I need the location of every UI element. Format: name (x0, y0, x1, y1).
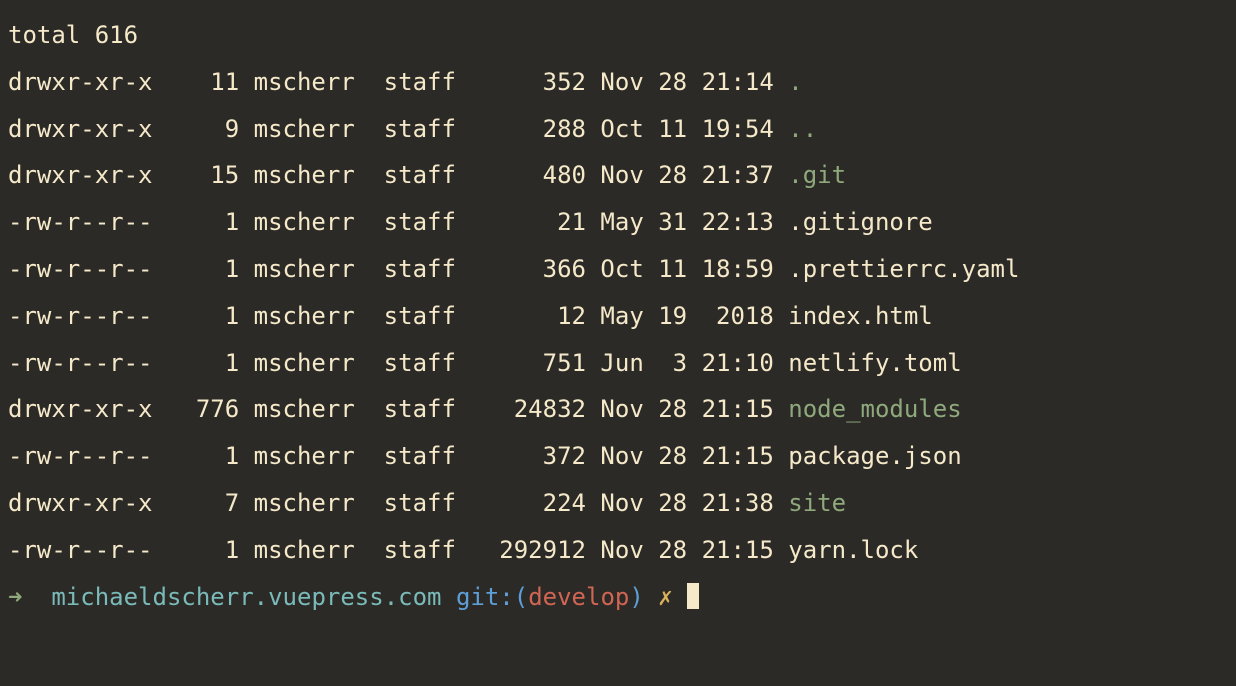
prompt-path: michaeldscherr.vuepress.com (51, 583, 441, 611)
prompt-branch: develop (528, 583, 629, 611)
ls-row: drwxr-xr-x 776 mscherr staff 24832 Nov 2… (8, 395, 962, 423)
terminal-output[interactable]: total 616 drwxr-xr-x 11 mscherr staff 35… (8, 12, 1228, 620)
ls-listing: drwxr-xr-x 11 mscherr staff 352 Nov 28 2… (8, 59, 1228, 574)
prompt-paren-close: ) (629, 583, 643, 611)
prompt-paren-open: ( (514, 583, 528, 611)
file-name: netlify.toml (788, 349, 961, 377)
ls-row: -rw-r--r-- 1 mscherr staff 751 Jun 3 21:… (8, 349, 962, 377)
ls-row: drwxr-xr-x 15 mscherr staff 480 Nov 28 2… (8, 161, 846, 189)
file-name: . (788, 68, 802, 96)
prompt-arrow-icon: ➜ (8, 583, 37, 611)
ls-row: drwxr-xr-x 11 mscherr staff 352 Nov 28 2… (8, 68, 803, 96)
file-name: package.json (788, 442, 961, 470)
total-line: total 616 (8, 21, 138, 49)
file-name: .git (788, 161, 846, 189)
file-name: index.html (788, 302, 933, 330)
ls-row: drwxr-xr-x 9 mscherr staff 288 Oct 11 19… (8, 115, 817, 143)
file-name: node_modules (788, 395, 961, 423)
file-name: .gitignore (788, 208, 933, 236)
ls-row: -rw-r--r-- 1 mscherr staff 292912 Nov 28… (8, 536, 918, 564)
ls-row: -rw-r--r-- 1 mscherr staff 21 May 31 22:… (8, 208, 933, 236)
ls-row: -rw-r--r-- 1 mscherr staff 12 May 19 201… (8, 302, 933, 330)
ls-row: -rw-r--r-- 1 mscherr staff 372 Nov 28 21… (8, 442, 962, 470)
file-name: yarn.lock (788, 536, 918, 564)
prompt-git-label: git: (456, 583, 514, 611)
cursor[interactable] (687, 583, 699, 609)
file-name: .prettierrc.yaml (788, 255, 1019, 283)
prompt-dirty-icon: ✗ (658, 583, 672, 611)
file-name: .. (788, 115, 817, 143)
prompt-line[interactable]: ➜ michaeldscherr.vuepress.com git:(devel… (8, 583, 699, 611)
ls-row: -rw-r--r-- 1 mscherr staff 366 Oct 11 18… (8, 255, 1019, 283)
file-name: site (788, 489, 846, 517)
ls-row: drwxr-xr-x 7 mscherr staff 224 Nov 28 21… (8, 489, 846, 517)
